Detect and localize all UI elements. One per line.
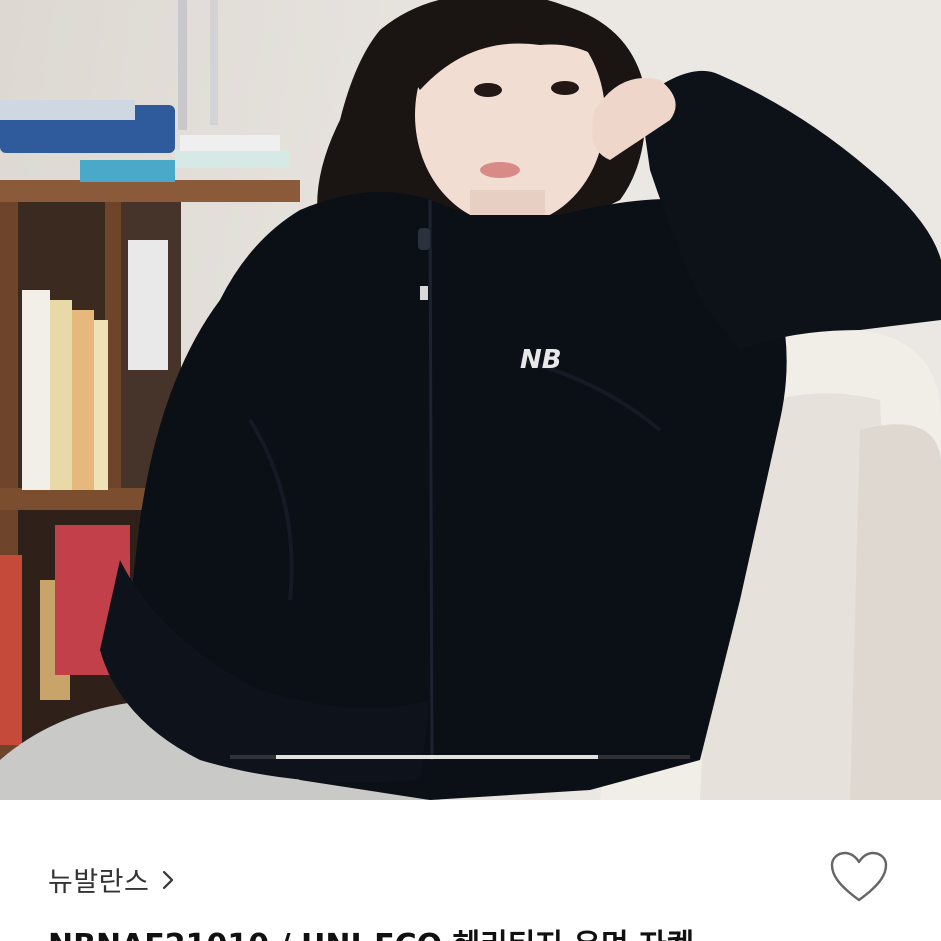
chevron-right-icon — [161, 869, 175, 891]
product-title: NBNAE21010 / UNI-ECO 헤리티지 우먼 자켓 — [48, 926, 928, 941]
svg-text:NB: NB — [520, 345, 562, 375]
brand-link[interactable]: 뉴발란스 — [48, 860, 175, 899]
heart-outline-icon — [829, 850, 889, 908]
like-button[interactable] — [828, 850, 890, 908]
brand-name: 뉴발란스 — [48, 867, 150, 898]
carousel-progress-fill — [276, 755, 598, 759]
product-info: 뉴발란스 NBNAE21010 / UNI-ECO 헤리티지 우먼 자켓 — [0, 800, 941, 941]
product-image-carousel[interactable]: NB — [0, 0, 941, 800]
carousel-progress-track — [230, 755, 690, 759]
product-photo: NB — [0, 0, 941, 800]
